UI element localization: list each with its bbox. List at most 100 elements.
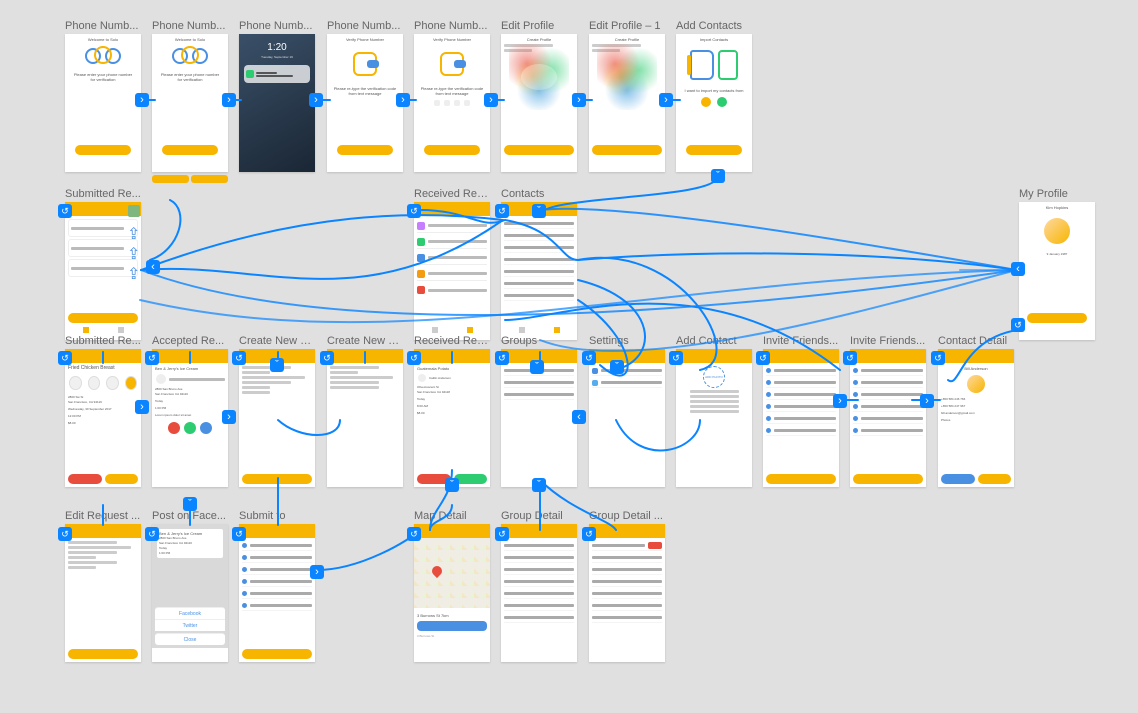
screen-accepted[interactable]: Accepted Re... Ben & Jerry's Ice Cream 2… — [152, 335, 228, 487]
invite-button[interactable] — [853, 474, 923, 484]
undo-node[interactable] — [931, 351, 945, 365]
undo-node[interactable] — [145, 527, 159, 541]
screen-groups[interactable]: Groups — [501, 335, 577, 487]
share-close[interactable]: Close — [184, 637, 197, 643]
cta-button[interactable] — [337, 145, 393, 155]
link-node[interactable] — [310, 565, 324, 579]
share-twitter[interactable]: Twitter — [183, 623, 198, 629]
link-node[interactable] — [711, 169, 725, 183]
undo-node[interactable] — [1011, 318, 1025, 332]
cta-button[interactable] — [162, 145, 218, 155]
undo-node[interactable] — [407, 351, 421, 365]
link-node[interactable] — [222, 93, 236, 107]
screen-phone-2[interactable]: Phone Numb... Welcome to Solo Please ent… — [152, 20, 228, 183]
link-node[interactable] — [1011, 262, 1025, 276]
link-node[interactable] — [920, 394, 934, 408]
link-node[interactable] — [445, 478, 459, 492]
screen-group-detail[interactable]: Group Detail — [501, 510, 577, 662]
screen-phone-lock[interactable]: Phone Numb... 1:20 Tuesday, September 19 — [239, 20, 315, 172]
undo-node[interactable] — [582, 527, 596, 541]
edit-button[interactable] — [105, 474, 139, 484]
screen-received-list[interactable]: Received Req... — [414, 188, 490, 340]
screen-received-detail[interactable]: Received Req... Guatemala Potato Caitlin… — [414, 335, 490, 487]
link-node[interactable] — [530, 360, 544, 374]
undo-node[interactable] — [58, 204, 72, 218]
screen-map[interactable]: Map Detail 3 Burrows St 7km 3 Burrows St — [414, 510, 490, 662]
screen-edit-profile[interactable]: Edit Profile Create Profile — [501, 20, 577, 172]
directions-button[interactable] — [417, 621, 487, 631]
cta-button[interactable] — [686, 145, 742, 155]
cta-button[interactable] — [75, 145, 131, 155]
tab-icon[interactable] — [83, 327, 89, 333]
screen-post-share[interactable]: Post on Face... Ben & Jerry's Ice Cream … — [152, 510, 228, 662]
screen-verify-1[interactable]: Phone Numb... Verify Phone Number Please… — [327, 20, 403, 172]
undo-node[interactable] — [320, 351, 334, 365]
screen-label[interactable]: Phone Numb... — [65, 20, 141, 32]
create-request-button[interactable] — [68, 313, 138, 323]
cta-button[interactable] — [504, 145, 574, 155]
cta-button[interactable] — [424, 145, 480, 155]
link-node[interactable] — [659, 93, 673, 107]
screen-submit-to[interactable]: Submit to — [239, 510, 315, 662]
link-node[interactable] — [833, 394, 847, 408]
cancel-button[interactable] — [68, 474, 102, 484]
cta-button[interactable] — [592, 145, 662, 155]
undo-node[interactable] — [145, 351, 159, 365]
undo-node[interactable] — [582, 351, 596, 365]
invite-button[interactable] — [766, 474, 836, 484]
screen-add-contact[interactable]: Add Contact ADD PHOTO — [676, 335, 752, 487]
remove-button[interactable] — [648, 542, 662, 549]
link-node[interactable] — [484, 93, 498, 107]
link-node[interactable] — [222, 410, 236, 424]
screen-invite-2[interactable]: Invite Friends... — [850, 335, 926, 487]
link-node[interactable] — [309, 93, 323, 107]
share-facebook[interactable]: Facebook — [179, 611, 201, 617]
undo-node[interactable] — [669, 351, 683, 365]
link-node[interactable] — [572, 93, 586, 107]
undo-node[interactable] — [58, 351, 72, 365]
undo-node[interactable] — [756, 351, 770, 365]
prototype-canvas[interactable]: Phone Numb... Welcome to Solo Please ent… — [0, 0, 1138, 713]
undo-node[interactable] — [232, 351, 246, 365]
link-node[interactable] — [183, 497, 197, 511]
undo-node[interactable] — [495, 527, 509, 541]
link-node[interactable] — [532, 478, 546, 492]
screen-settings[interactable]: Settings — [589, 335, 665, 487]
edit-profile-button[interactable] — [978, 474, 1012, 484]
screen-contact-detail[interactable]: Contact Detail Bill Anderson +650 584 24… — [938, 335, 1014, 487]
link-node[interactable] — [135, 400, 149, 414]
screen-submitted-detail[interactable]: Submitted Re... Fried Chicken Breast 280… — [65, 335, 141, 487]
add-photo[interactable]: ADD PHOTO — [703, 366, 725, 388]
undo-node[interactable] — [58, 527, 72, 541]
screen-my-profile[interactable]: My Profile Kim Hopkins 9 January 1987 — [1019, 188, 1095, 340]
undo-node[interactable] — [407, 204, 421, 218]
screen-phone-1[interactable]: Phone Numb... Welcome to Solo Please ent… — [65, 20, 141, 172]
link-node[interactable] — [610, 360, 624, 374]
undo-node[interactable] — [407, 527, 421, 541]
tab-icon[interactable] — [118, 327, 124, 333]
screen-verify-2[interactable]: Phone Numb... Verify Phone Number Please… — [414, 20, 490, 172]
link-node[interactable] — [135, 93, 149, 107]
undo-node[interactable] — [232, 527, 246, 541]
undo-node[interactable] — [495, 351, 509, 365]
share-icon[interactable] — [200, 422, 212, 434]
map-view[interactable] — [414, 538, 490, 608]
link-node[interactable] — [270, 358, 284, 372]
accept-icon[interactable] — [184, 422, 196, 434]
thumb[interactable]: Welcome to Solo Please enter your phone … — [65, 34, 141, 172]
screen-group-detail-edit[interactable]: Group Detail ... — [589, 510, 665, 662]
link-node[interactable] — [146, 260, 160, 274]
reject-icon[interactable] — [168, 422, 180, 434]
screen-add-contacts[interactable]: Add Contacts Import Contacts I want to i… — [676, 20, 752, 172]
undo-node[interactable] — [495, 204, 509, 218]
link-node[interactable] — [572, 410, 586, 424]
undo-node[interactable] — [843, 351, 857, 365]
link-node[interactable] — [396, 93, 410, 107]
submit-button[interactable] — [242, 649, 312, 659]
edit-profile-button[interactable] — [1027, 313, 1087, 323]
screen-edit-profile-1[interactable]: Edit Profile – 1 Create Profile — [589, 20, 665, 172]
screen-edit-request[interactable]: Edit Request ... — [65, 510, 141, 662]
screen-invite-1[interactable]: Invite Friends... — [763, 335, 839, 487]
link-node[interactable] — [532, 204, 546, 218]
screen-create-2[interactable]: Create New R... — [327, 335, 403, 487]
